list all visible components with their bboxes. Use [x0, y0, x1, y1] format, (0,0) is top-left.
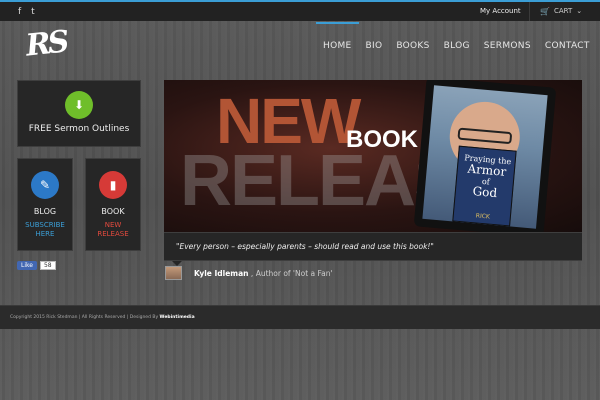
banner-word-new: NEW	[216, 85, 361, 157]
book-icon: ▮	[99, 171, 127, 199]
book-widget[interactable]: ▮ BOOK NEW RELEASE	[85, 158, 141, 251]
nav-item-blog[interactable]: BLOG	[437, 22, 477, 67]
cover-line5: God	[472, 184, 498, 201]
avatar	[165, 266, 182, 280]
testimonial-quote: "Every person – especially parents – sho…	[164, 232, 582, 261]
nav-item-sermons[interactable]: SERMONS	[477, 22, 538, 67]
cart-label: CART	[553, 7, 573, 15]
sermon-outlines-label: FREE Sermon Outlines	[28, 124, 130, 134]
author-photo: Praying the Armor of God RICK	[422, 85, 548, 229]
copyright-line: Copyright 2015 Rick Stedman | All Rights…	[10, 315, 159, 320]
facebook-like-button[interactable]: Like	[17, 261, 37, 270]
sermon-outlines-widget[interactable]: ⬇ FREE Sermon Outlines	[17, 80, 141, 147]
cart-icon: 🛒	[540, 7, 550, 16]
nav-item-contact[interactable]: CONTACT	[538, 22, 597, 67]
chevron-down-icon: ⌄	[576, 7, 583, 15]
nav-item-bio[interactable]: BIO	[359, 22, 390, 67]
author-credit: Kyle Idleman , Author of 'Not a Fan'	[194, 269, 333, 278]
author-name: Kyle Idleman	[194, 268, 249, 278]
nav-item-home[interactable]: HOME	[316, 22, 359, 67]
new-book-banner[interactable]: RELEASE NEW BOOK Praying the Armor of Go…	[164, 80, 582, 232]
author-suffix: , Author of 'Not a Fan'	[250, 268, 333, 278]
nav-item-books[interactable]: BOOKS	[389, 22, 436, 67]
cart-link[interactable]: 🛒 CART ⌄	[540, 2, 582, 21]
testimonial-author: Kyle Idleman , Author of 'Not a Fan'	[165, 266, 333, 280]
pencil-icon: ✎	[31, 171, 59, 199]
book-title: BOOK	[101, 207, 125, 216]
blog-subscribe-link[interactable]: SUBSCRIBE HERE	[18, 221, 72, 239]
social-links: f t	[18, 6, 35, 18]
main-nav: HOME BIO BOOKS BLOG SERMONS CONTACT	[316, 22, 597, 67]
book-link-line1: NEW	[104, 221, 122, 229]
my-account-link[interactable]: My Account	[472, 2, 530, 21]
tablet-image: Praying the Armor of God RICK	[413, 80, 557, 232]
site-logo[interactable]: RS	[24, 23, 78, 66]
download-icon: ⬇	[65, 91, 93, 119]
book-cover-title: Praying the Armor of God	[455, 153, 517, 202]
copyright-text: Copyright 2015 Rick Stedman | All Rights…	[10, 315, 195, 320]
twitter-icon[interactable]: t	[31, 6, 35, 18]
book-new-release-link[interactable]: NEW RELEASE	[86, 221, 140, 239]
top-bar: f t My Account 🛒 CART ⌄	[0, 0, 600, 21]
footer: Copyright 2015 Rick Stedman | All Rights…	[0, 305, 600, 329]
designer-link[interactable]: Webintimedia	[160, 315, 195, 320]
banner-word-book: BOOK	[346, 126, 418, 153]
facebook-icon[interactable]: f	[18, 6, 21, 18]
blog-link-line2: HERE	[35, 230, 55, 238]
book-link-line2: RELEASE	[97, 230, 129, 238]
blog-link-line1: SUBSCRIBE	[25, 221, 65, 229]
facebook-like-widget: Like 58	[17, 261, 56, 270]
facebook-like-count: 58	[39, 261, 56, 270]
book-cover-author: RICK	[475, 212, 491, 221]
book-cover: Praying the Armor of God RICK	[452, 145, 517, 227]
blog-title: BLOG	[33, 207, 57, 216]
blog-widget[interactable]: ✎ BLOG SUBSCRIBE HERE	[17, 158, 73, 251]
